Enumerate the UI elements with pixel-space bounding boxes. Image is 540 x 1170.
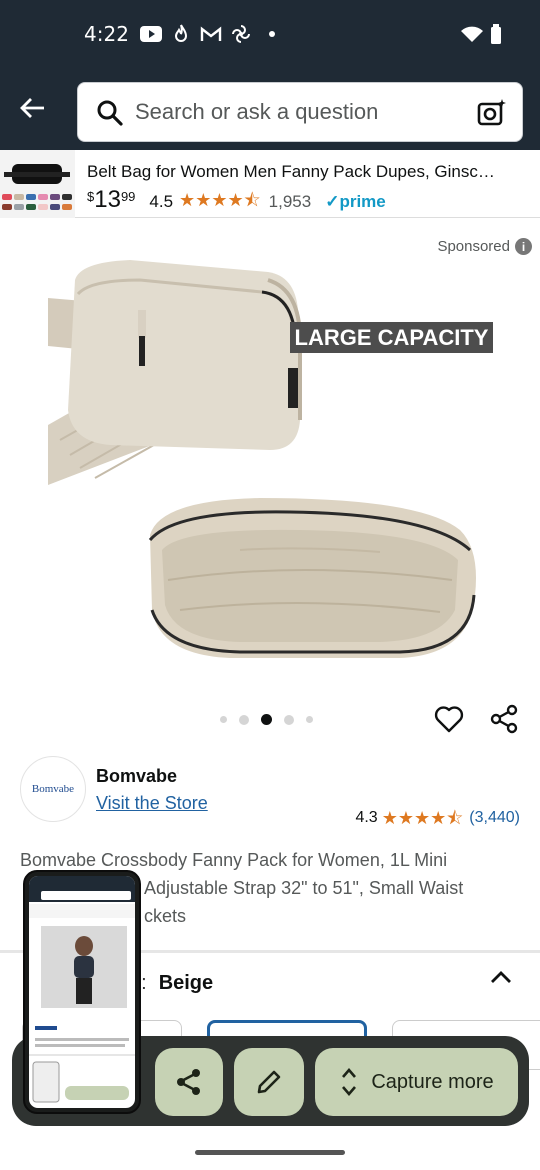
- star-icon: ★: [227, 190, 244, 210]
- search-header: Search or ask a question: [0, 70, 540, 150]
- edit-capture-button[interactable]: [234, 1048, 304, 1116]
- product-image[interactable]: [0, 250, 540, 680]
- rating-value: 4.5: [149, 192, 174, 211]
- brand-name: Bomvabe: [96, 766, 178, 786]
- share-icon: [490, 704, 518, 734]
- capture-more-button[interactable]: Capture more: [315, 1048, 518, 1116]
- youtube-icon: [140, 24, 162, 44]
- star-rating: ★ ★ ★ ★ ⯪: [179, 190, 261, 210]
- brand-logo[interactable]: Bomvabe: [20, 756, 86, 822]
- share-capture-button[interactable]: [155, 1048, 223, 1116]
- rating-value: 4.3: [355, 809, 378, 826]
- brand-logo-text: Bomvabe: [31, 783, 75, 795]
- rating-count-link[interactable]: (3,440): [469, 809, 520, 827]
- wishlist-button[interactable]: [432, 702, 466, 736]
- screenshot-preview[interactable]: [23, 870, 141, 1114]
- carousel-dot-active[interactable]: [261, 714, 272, 725]
- wifi-icon: [460, 24, 484, 44]
- pencil-icon: [257, 1070, 281, 1094]
- gmail-icon: [200, 24, 222, 44]
- star-half-icon: ⯪: [446, 808, 464, 828]
- star-rating: ★ ★ ★ ★ ⯪: [382, 808, 464, 828]
- status-time: 4:22: [84, 22, 129, 46]
- preview-image: [29, 876, 135, 1103]
- notification-dot-icon: [268, 24, 276, 44]
- star-half-icon: ⯪: [243, 190, 261, 210]
- price-fraction: 99: [120, 189, 136, 204]
- search-input[interactable]: Search or ask a question: [77, 82, 523, 142]
- fire-icon: [174, 24, 188, 44]
- arrow-left-icon: [20, 98, 44, 118]
- price-whole: 13: [94, 186, 121, 213]
- star-icon: ★: [179, 190, 196, 210]
- carousel-dot[interactable]: [220, 716, 227, 723]
- prime-badge: ✓prime: [325, 192, 386, 211]
- product-photo: [48, 260, 476, 658]
- battery-icon: [490, 24, 502, 44]
- preview-screen: [29, 876, 135, 1108]
- carousel-dot[interactable]: [306, 716, 313, 723]
- pinwheel-icon: [231, 24, 251, 44]
- carousel-dot[interactable]: [239, 714, 249, 725]
- product-title: Belt Bag for Women Men Fanny Pack Dupes,…: [87, 162, 495, 181]
- status-bar: 4:22: [0, 0, 540, 70]
- product-thumbnail: [0, 150, 75, 218]
- price-symbol: $: [87, 189, 95, 204]
- share-button[interactable]: [488, 702, 522, 736]
- expand-vertical-icon: [342, 1068, 357, 1096]
- rating-count: 1,953: [268, 192, 312, 211]
- star-icon: ★: [413, 808, 431, 828]
- heart-icon: [434, 706, 464, 733]
- prime-label: prime: [339, 192, 386, 211]
- home-gesture-bar[interactable]: [195, 1150, 345, 1155]
- camera-icon: [477, 99, 506, 126]
- chevron-up-icon: [491, 971, 511, 983]
- price-rating-row: $ 13 99 4.5 ★ ★ ★ ★ ⯪ 1,953 ✓prime: [87, 186, 386, 214]
- search-icon: [97, 100, 123, 126]
- star-icon: ★: [195, 190, 212, 210]
- star-icon: ★: [381, 808, 398, 828]
- collapse-button[interactable]: [488, 964, 514, 990]
- star-icon: ★: [397, 808, 414, 828]
- carousel-dot[interactable]: [284, 714, 294, 725]
- camera-search-button[interactable]: [476, 97, 508, 134]
- visit-store-link[interactable]: Visit the Store: [96, 793, 208, 814]
- share-icon: [177, 1069, 200, 1095]
- product-rating[interactable]: 4.3 ★ ★ ★ ★ ⯪ (3,440): [355, 808, 520, 828]
- capture-more-label: Capture more: [371, 1070, 494, 1093]
- color-selector-header: e:Beige: [130, 972, 213, 995]
- back-button[interactable]: [12, 88, 52, 128]
- carousel-dots: [220, 714, 313, 725]
- sponsored-product-bar[interactable]: Belt Bag for Women Men Fanny Pack Dupes,…: [0, 150, 540, 218]
- large-capacity-label: LARGE CAPACITY: [290, 322, 493, 353]
- color-value: Beige: [158, 972, 214, 994]
- star-icon: ★: [211, 190, 228, 210]
- search-placeholder: Search or ask a question: [135, 99, 379, 124]
- star-icon: ★: [430, 808, 447, 828]
